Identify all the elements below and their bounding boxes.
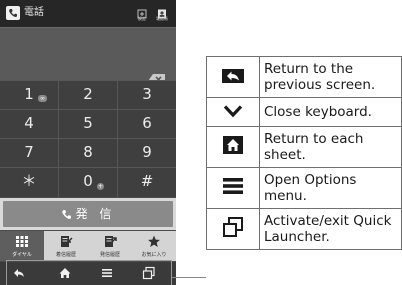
divider (0, 80, 176, 81)
tab-label: 発信履歴 (99, 252, 120, 258)
key-8[interactable]: 8 (59, 138, 117, 167)
phonebook-icon (157, 4, 167, 19)
call-bar: 発 信 (0, 198, 176, 230)
legend-text: Return to the previous screen. (259, 56, 402, 98)
legend-row: Return to the previous screen. (206, 56, 402, 98)
key-4[interactable]: 4 (0, 109, 58, 138)
legend-icon-cell (206, 167, 260, 209)
phonebook-button[interactable]: 電話帳 (154, 3, 170, 25)
voicemail-icon: ∞ (38, 95, 47, 102)
legend-text: Open Options menu. (259, 167, 402, 209)
divider (0, 138, 176, 139)
key-digit: 4 (24, 114, 34, 132)
call-button[interactable]: 発 信 (3, 201, 173, 227)
legend-text: Activate/exit Quick Launcher. (259, 208, 402, 250)
callout-line (172, 277, 206, 278)
key-digit: 2 (83, 85, 93, 103)
divider (117, 80, 118, 197)
tab-favorites[interactable]: お気に入り (132, 231, 176, 261)
tab-dial[interactable]: ダイヤル (0, 231, 44, 261)
legend-row: Close keyboard. (206, 97, 402, 127)
key-6[interactable]: 6 (118, 109, 176, 138)
phone-app-icon (6, 6, 20, 20)
key-digit: 8 (83, 143, 93, 161)
plus-icon: + (97, 183, 104, 190)
settings-app-label: 設定 (138, 16, 146, 21)
key-5[interactable]: 5 (59, 109, 117, 138)
key-9[interactable]: 9 (118, 138, 176, 167)
key-star[interactable]: ＊ (0, 167, 58, 196)
chevron-down-icon (223, 104, 243, 117)
key-digit: 0 (83, 172, 93, 190)
tab-incoming-history[interactable]: 着信履歴 (44, 231, 88, 261)
legend-text: Close keyboard. (259, 97, 402, 127)
tab-bar: ダイヤル 着信履歴 発信履歴 お気に入り (0, 231, 176, 261)
key-1[interactable]: 1 ∞ (0, 80, 58, 109)
quick-launcher-icon (223, 217, 243, 237)
legend-row: Return to each sheet. (206, 126, 402, 168)
divider (58, 80, 59, 197)
home-icon[interactable] (58, 266, 72, 280)
menu-icon (223, 178, 243, 194)
back-icon[interactable] (12, 266, 26, 280)
key-digit: 9 (142, 143, 152, 161)
key-digit: 6 (142, 114, 152, 132)
key-0[interactable]: 0 + (59, 167, 117, 196)
menu-icon[interactable] (100, 266, 114, 280)
icon-legend-table: Return to the previous screen. Close key… (206, 56, 402, 250)
key-7[interactable]: 7 (0, 138, 58, 167)
quick-launcher-icon[interactable] (142, 266, 156, 280)
legend-text: Return to each sheet. (259, 126, 402, 168)
dialpad-grid-icon (16, 236, 28, 247)
key-hash[interactable]: # (118, 167, 176, 196)
home-icon (223, 136, 243, 154)
key-digit: 7 (24, 143, 34, 161)
key-digit: ＊ (21, 172, 37, 190)
app-title: 電話 (24, 7, 44, 18)
key-digit: # (140, 172, 154, 190)
back-arrow-icon (222, 68, 244, 83)
legend-icon-cell (206, 56, 260, 98)
divider (0, 109, 176, 110)
title-bar: 電話 設定 電話帳 (0, 0, 176, 28)
incoming-history-icon (61, 236, 73, 247)
settings-app-icon (137, 4, 147, 19)
key-digit: 5 (83, 114, 93, 132)
key-digit: 1 (24, 85, 34, 103)
tab-label: 着信履歴 (55, 252, 76, 258)
legend-row: Open Options menu. (206, 167, 402, 209)
key-digit: 3 (142, 85, 152, 103)
legend-icon-cell (206, 97, 260, 127)
tab-label: お気に入り (141, 252, 167, 258)
tab-outgoing-history[interactable]: 発信履歴 (88, 231, 132, 261)
number-display[interactable] (0, 28, 176, 85)
key-2[interactable]: 2 (59, 80, 117, 109)
star-icon (148, 235, 160, 247)
divider (0, 167, 176, 168)
phone-screen: 電話 設定 電話帳 1 ∞ 2 3 4 5 6 7 8 9 ＊ 0 + # 発 … (0, 0, 176, 285)
settings-app-button[interactable]: 設定 (134, 3, 150, 25)
handset-icon (61, 210, 71, 219)
outgoing-history-icon (105, 236, 117, 247)
call-label: 発 信 (75, 207, 116, 221)
legend-icon-cell (206, 126, 260, 168)
legend-icon-cell (206, 208, 260, 250)
phonebook-label: 電話帳 (156, 16, 168, 21)
tab-label: ダイヤル (12, 252, 32, 258)
legend-row: Activate/exit Quick Launcher. (206, 208, 402, 250)
key-3[interactable]: 3 (118, 80, 176, 109)
